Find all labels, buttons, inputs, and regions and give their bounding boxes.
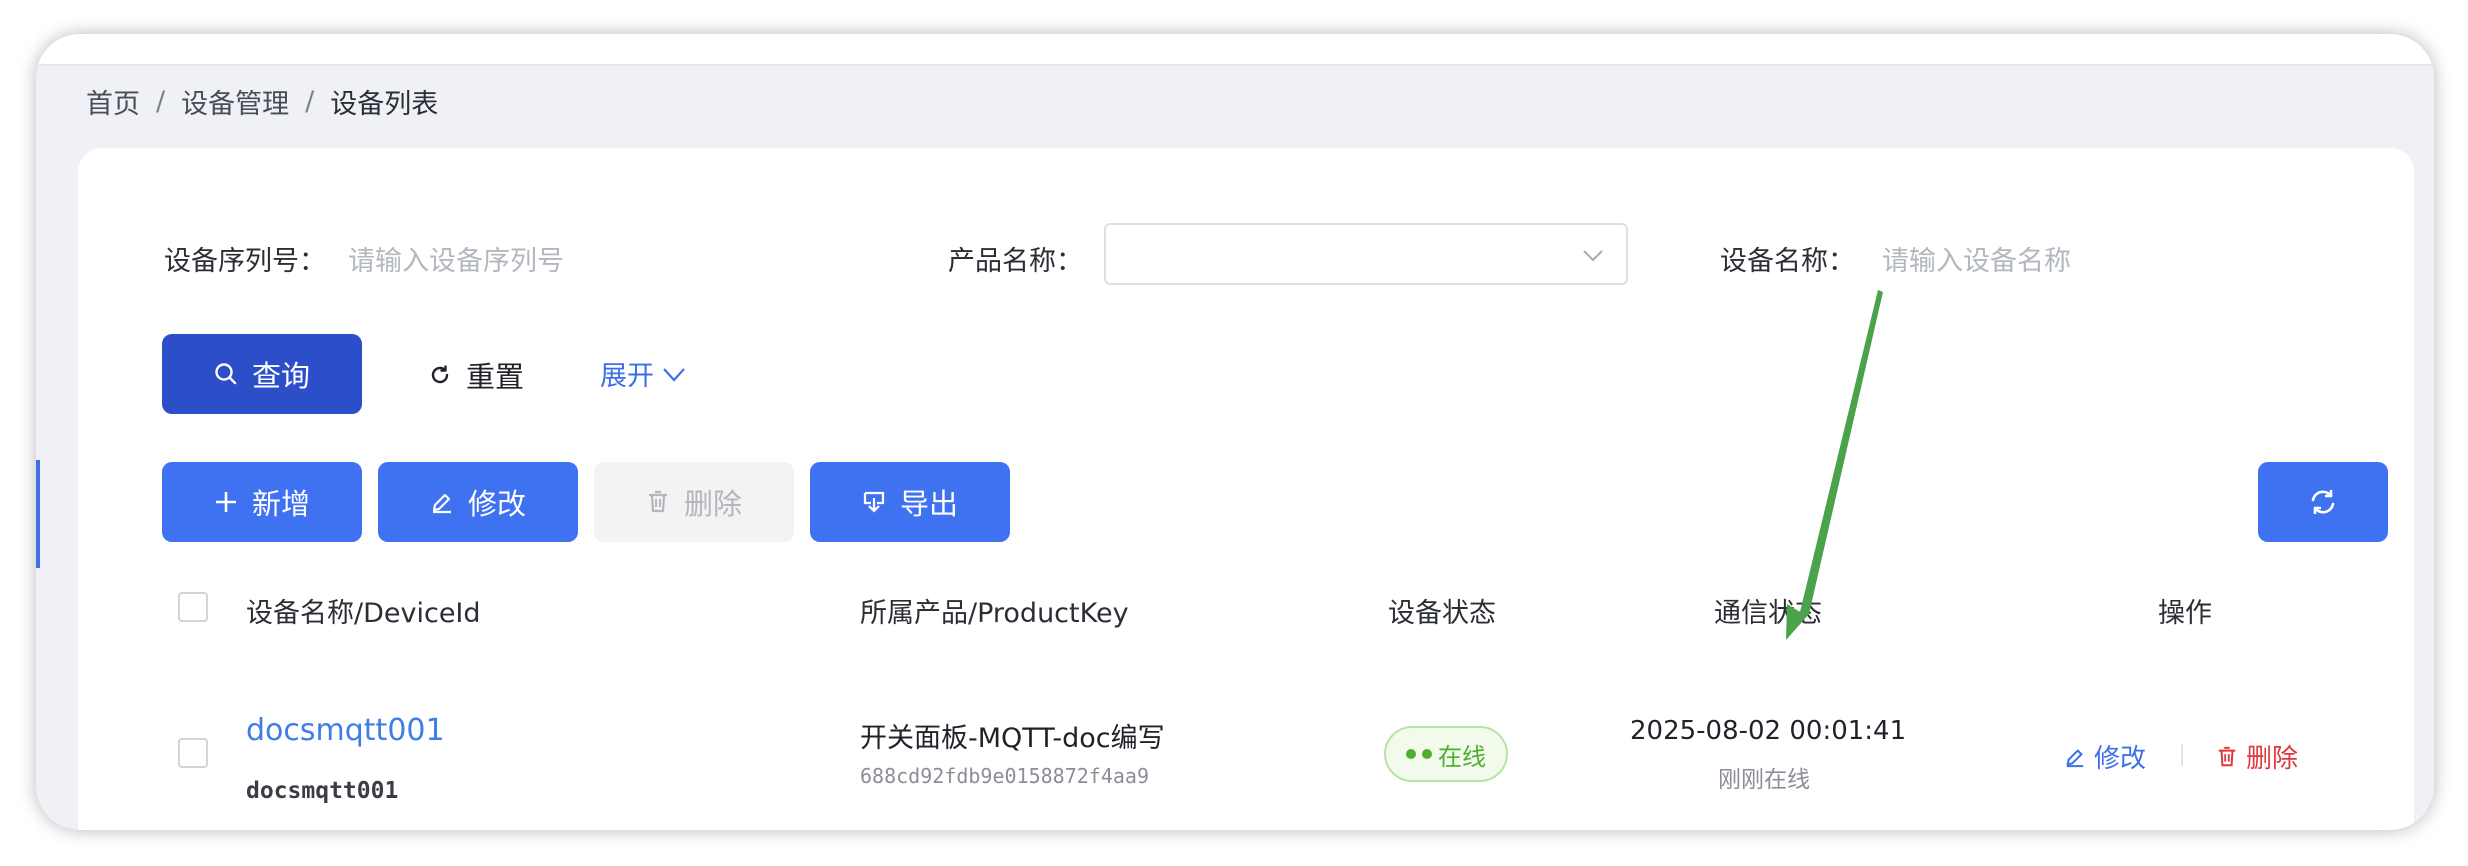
export-icon: [863, 491, 885, 513]
device-list-card: 设备序列号： 请输入设备序列号 产品名称： 设备名称： 请输入设备名称 查询 重…: [78, 148, 2414, 830]
action-divider: [2181, 744, 2183, 766]
product-name-select[interactable]: [1104, 223, 1628, 285]
column-header-comm-status: 通信状态: [1714, 598, 1822, 629]
column-header-product: 所属产品/ProductKey: [860, 598, 1129, 629]
breadcrumb-separator: /: [156, 85, 166, 117]
add-button-label: 新增: [251, 487, 310, 521]
query-button-label: 查询: [251, 359, 310, 393]
trash-icon: [2218, 746, 2236, 766]
edit-icon: [2066, 749, 2084, 767]
status-badge: 在线: [1384, 726, 1508, 782]
row-delete-link[interactable]: 删除: [2216, 738, 2298, 775]
column-header-device-name: 设备名称/DeviceId: [246, 598, 481, 629]
product-name: 开关面板-MQTT-doc编写: [860, 723, 1165, 754]
refresh-button[interactable]: [2258, 462, 2388, 542]
row-edit-label: 修改: [2094, 744, 2147, 774]
device-id: docsmqtt001: [246, 778, 399, 804]
delete-button[interactable]: 删除: [594, 462, 794, 542]
chevron-down-icon: [1583, 250, 1603, 262]
device-name-input[interactable]: 请输入设备名称: [1882, 239, 2071, 278]
row-delete-label: 删除: [2246, 744, 2299, 774]
status-dot: [1422, 749, 1432, 759]
trash-icon: [648, 490, 667, 513]
breadcrumb-current: 设备列表: [330, 88, 439, 120]
row-edit-link[interactable]: 修改: [2064, 738, 2146, 775]
edit-button-label: 修改: [467, 487, 526, 521]
serial-number-input[interactable]: 请输入设备序列号: [348, 239, 564, 278]
column-header-device-status: 设备状态: [1388, 598, 1496, 629]
app-window: 首页 / 设备管理 / 设备列表 设备序列号： 请输入设备序列号 产品名称： 设…: [36, 34, 2434, 830]
plus-icon: [215, 492, 236, 512]
top-bar: [36, 34, 2434, 66]
comm-note: 刚刚在线: [1718, 767, 1810, 793]
breadcrumb-separator: /: [305, 85, 315, 117]
product-key: 688cd92fdb9e0158872f4aa9: [860, 764, 1149, 788]
breadcrumb-home[interactable]: 首页: [86, 82, 140, 121]
export-button[interactable]: 导出: [810, 462, 1010, 542]
row-checkbox[interactable]: [178, 738, 208, 768]
status-badge-label: 在线: [1438, 742, 1486, 771]
query-button[interactable]: 查询: [162, 334, 362, 414]
status-dot: [1406, 749, 1416, 759]
export-button-label: 导出: [899, 487, 958, 521]
breadcrumb-device-management[interactable]: 设备管理: [181, 82, 289, 121]
select-all-checkbox[interactable]: [178, 592, 208, 622]
comm-time: 2025-08-02 00:01:41: [1630, 716, 1907, 746]
device-name-link[interactable]: docsmqtt001: [246, 713, 445, 748]
product-name-label: 产品名称：: [948, 246, 1083, 277]
chevron-down-icon: [663, 367, 685, 382]
expand-label: 展开: [600, 361, 654, 392]
column-header-actions: 操作: [2158, 598, 2212, 629]
delete-button-label: 删除: [683, 487, 742, 521]
expand-toggle[interactable]: 展开: [600, 354, 686, 393]
edit-icon: [432, 493, 451, 514]
breadcrumb: 首页 / 设备管理 / 设备列表: [86, 76, 438, 126]
device-name-label: 设备名称：: [1720, 246, 1855, 277]
refresh-icon: [2311, 490, 2335, 514]
sidebar-active-indicator: [36, 460, 40, 568]
add-button[interactable]: 新增: [162, 462, 362, 542]
reset-button-label: 重置: [466, 360, 525, 394]
serial-number-label: 设备序列号：: [164, 246, 326, 277]
search-icon: [215, 363, 237, 385]
reset-button[interactable]: 重置: [428, 354, 524, 396]
edit-button[interactable]: 修改: [378, 462, 578, 542]
reset-icon: [431, 365, 449, 384]
